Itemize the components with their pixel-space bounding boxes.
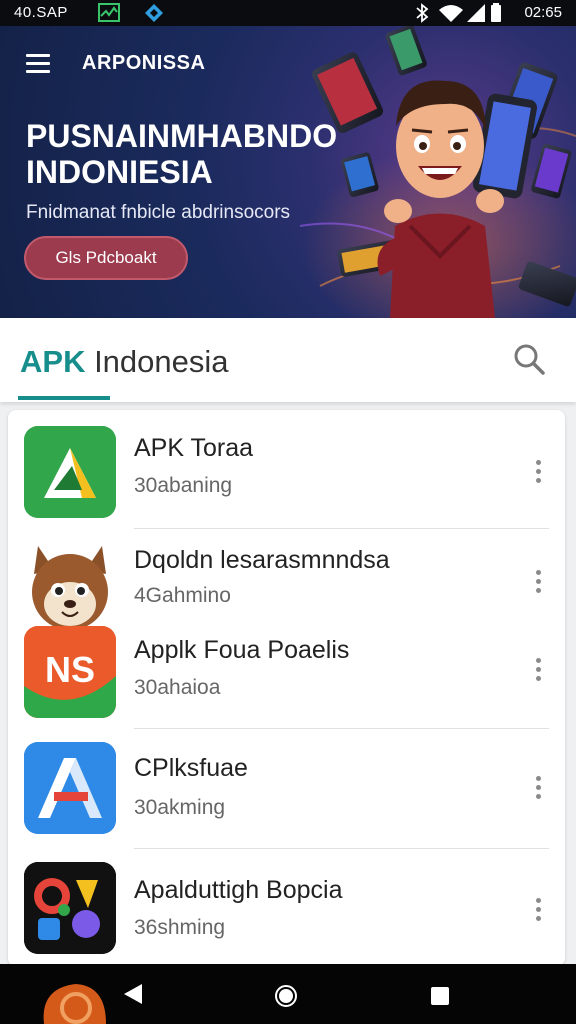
app-name: Apalduttigh Bopcia [134, 876, 343, 904]
svg-text:NS: NS [45, 649, 95, 690]
page-title-rest: Indonesia [85, 344, 229, 379]
app-brand: ARPONISSA [82, 52, 206, 74]
hero-banner: ARPONISSA PUSNAINMHABNDO INDONIESIA Fnid… [0, 26, 576, 318]
more-options-icon[interactable] [533, 570, 543, 598]
app-subtitle: 30ahaioa [134, 676, 221, 699]
app-subtitle: 36shming [134, 916, 226, 939]
list-item[interactable]: CPlksfuae 30akming [8, 730, 565, 850]
activity-icon [98, 3, 120, 22]
wifi-icon [439, 5, 463, 22]
search-icon[interactable] [512, 342, 546, 376]
menu-icon[interactable] [26, 54, 50, 74]
hero-cta-button[interactable]: Gls Pdcboakt [24, 236, 188, 280]
battery-icon [491, 3, 501, 22]
status-time-left: 40.SAP [14, 4, 68, 21]
floating-app-icon[interactable] [36, 978, 110, 1024]
app-bar: APK Indonesia [0, 318, 576, 402]
signal-icon [467, 4, 485, 22]
app-name: Applk Foua Poaelis [134, 636, 350, 664]
app-name: CPlksfuae [134, 754, 248, 782]
colorful-shapes-icon [24, 862, 116, 954]
list-item[interactable]: NS Applk Foua Poaelis 30ahaioa [8, 610, 565, 730]
home-icon[interactable] [274, 984, 298, 1008]
more-options-icon[interactable] [533, 898, 543, 926]
more-options-icon[interactable] [533, 460, 543, 488]
app-subtitle: 4Gahmino [134, 584, 231, 607]
more-options-icon[interactable] [533, 658, 543, 686]
tab-indicator [18, 396, 110, 400]
app-list: APK Toraa 30abaning Dqoldn lesarasmnndsa… [8, 410, 565, 966]
ns-logo-icon: NS [24, 626, 116, 718]
system-nav-bar [0, 964, 576, 1024]
page-title: APK Indonesia [20, 344, 229, 380]
app-subtitle: 30abaning [134, 474, 233, 497]
back-icon[interactable] [122, 982, 144, 1006]
app-name: APK Toraa [134, 434, 254, 462]
status-time-right: 02:65 [524, 4, 562, 21]
bluetooth-icon [416, 3, 429, 23]
status-bar: 40.SAP 02:65 [0, 0, 576, 26]
dropbox-icon [145, 4, 163, 22]
app-subtitle: 30akming [134, 796, 226, 819]
page-title-accent: APK [20, 344, 86, 379]
list-item[interactable]: Apalduttigh Bopcia 36shming [8, 850, 565, 966]
more-options-icon[interactable] [533, 776, 543, 804]
recents-icon[interactable] [430, 986, 450, 1006]
app-name: Dqoldn lesarasmnndsa [134, 546, 390, 574]
list-item[interactable]: APK Toraa 30abaning [8, 410, 565, 530]
hero-subtitle: Fnidmanat fnbicle abdrinsocors [26, 202, 291, 223]
blue-a-icon [24, 742, 116, 834]
green-triangle-icon [24, 426, 116, 518]
hero-title: PUSNAINMHABNDO INDONIESIA [26, 118, 338, 190]
